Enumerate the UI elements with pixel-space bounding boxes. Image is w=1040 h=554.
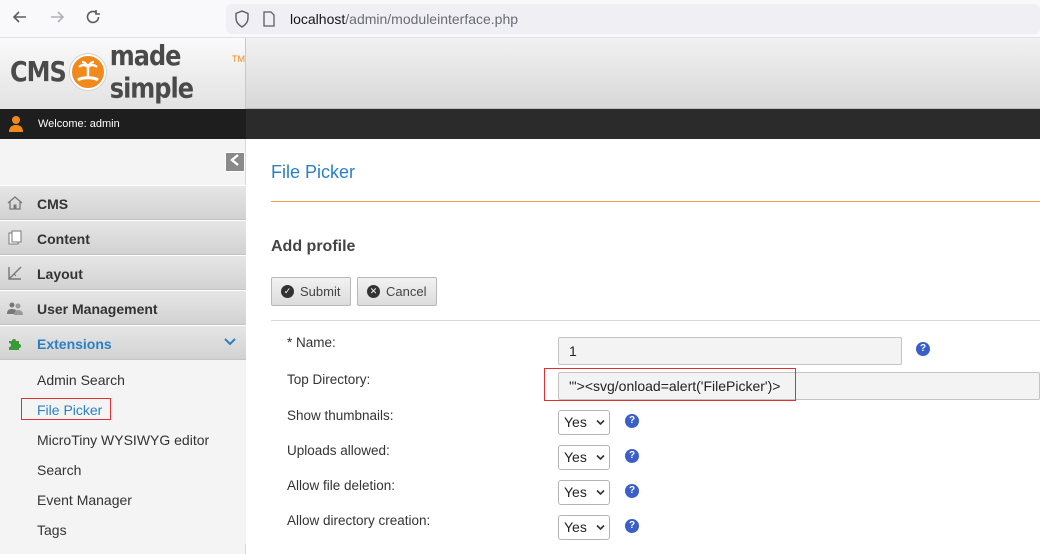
- welcome-text: Welcome: admin: [38, 118, 120, 130]
- extensions-submenu: Admin Search File Picker MicroTiny WYSIW…: [0, 360, 246, 544]
- back-arrow-icon[interactable]: [9, 8, 31, 30]
- allow-directory-creation-select[interactable]: Yes: [558, 515, 610, 540]
- cms-header: CMS made simple TM: [0, 38, 1040, 109]
- submenu-item-file-picker[interactable]: File Picker: [0, 394, 246, 424]
- main-content: File Picker Add profile ✓ Submit ✕ Cance…: [246, 139, 1040, 554]
- submenu-item-admin-search[interactable]: Admin Search: [0, 364, 246, 394]
- puzzle-icon: [9, 339, 21, 350]
- section-title: Add profile: [271, 238, 356, 255]
- logo-area: CMS made simple TM: [0, 38, 246, 109]
- main-menu: CMS Content Layout User Management Exten…: [0, 185, 246, 544]
- show-thumbnails-label: Show thumbnails:: [287, 408, 394, 423]
- allow-file-deletion-help-icon[interactable]: ?: [625, 484, 639, 498]
- user-icon: [9, 116, 23, 132]
- home-icon: [7, 196, 23, 210]
- page-title: File Picker: [271, 162, 356, 182]
- check-icon: ✓: [281, 285, 294, 298]
- submenu-item-microtiny[interactable]: MicroTiny WYSIWYG editor: [0, 424, 246, 454]
- submenu-item-search[interactable]: Search: [0, 454, 246, 484]
- logo-tm: TM: [232, 54, 245, 64]
- url-text: localhost/admin/moduleinterface.php: [290, 11, 519, 27]
- show-thumbnails-help-icon[interactable]: ?: [625, 414, 639, 428]
- logo-island-icon: [69, 54, 106, 90]
- pages-icon: [8, 230, 22, 245]
- submit-button[interactable]: ✓ Submit: [271, 277, 351, 306]
- cancel-button[interactable]: ✕ Cancel: [357, 277, 437, 306]
- menu-item-content[interactable]: Content: [0, 220, 246, 255]
- tracking-shield-icon[interactable]: [234, 10, 250, 28]
- allow-file-deletion-label: Allow file deletion:: [287, 478, 396, 493]
- sidebar: CMS Content Layout User Management Exten…: [0, 139, 246, 554]
- menu-item-layout[interactable]: Layout: [0, 255, 246, 290]
- reload-icon[interactable]: [82, 8, 104, 30]
- menu-item-extensions[interactable]: Extensions: [0, 325, 246, 360]
- users-icon: [7, 302, 23, 315]
- name-input[interactable]: 1: [558, 337, 902, 365]
- logo-text-left: CMS: [10, 55, 67, 89]
- logo-text-right: made simple: [109, 39, 194, 105]
- name-help-icon[interactable]: ?: [916, 342, 930, 356]
- uploads-allowed-label: Uploads allowed:: [287, 443, 390, 458]
- name-label: * Name:: [287, 335, 336, 350]
- top-directory-highlight: [544, 368, 796, 401]
- top-directory-label: Top Directory:: [287, 372, 371, 387]
- show-thumbnails-select[interactable]: Yes: [558, 410, 610, 435]
- page-info-icon[interactable]: [262, 11, 276, 27]
- allow-directory-creation-label: Allow directory creation:: [287, 513, 431, 528]
- browser-toolbar: localhost/admin/moduleinterface.php: [0, 0, 1040, 38]
- forward-arrow-icon[interactable]: [46, 8, 68, 30]
- uploads-allowed-select[interactable]: Yes: [558, 445, 610, 470]
- uploads-allowed-help-icon[interactable]: ?: [625, 449, 639, 463]
- close-icon: ✕: [367, 285, 380, 298]
- allow-directory-creation-help-icon[interactable]: ?: [625, 519, 639, 533]
- chevron-down-icon: [596, 419, 605, 426]
- chevron-down-icon: [596, 524, 605, 531]
- welcome-bar: Welcome: admin: [0, 109, 1040, 139]
- cms-logo[interactable]: CMS made simple TM: [10, 40, 245, 104]
- submenu-item-tags[interactable]: Tags: [0, 514, 246, 544]
- form-divider: [271, 320, 1040, 321]
- address-bar[interactable]: localhost/admin/moduleinterface.php: [226, 4, 1040, 34]
- title-divider: [271, 201, 1040, 202]
- submenu-item-event-manager[interactable]: Event Manager: [0, 484, 246, 514]
- chevron-down-icon: [596, 489, 605, 496]
- welcome-area: Welcome: admin: [0, 109, 246, 139]
- menu-item-cms[interactable]: CMS: [0, 185, 246, 220]
- allow-file-deletion-select[interactable]: Yes: [558, 480, 610, 505]
- menu-item-user-management[interactable]: User Management: [0, 290, 246, 325]
- chevron-down-icon: [596, 454, 605, 461]
- collapse-sidebar-button[interactable]: [225, 152, 245, 172]
- chevron-down-icon[interactable]: [224, 337, 236, 347]
- layout-icon: [8, 266, 22, 280]
- chevron-left-icon: [230, 154, 239, 166]
